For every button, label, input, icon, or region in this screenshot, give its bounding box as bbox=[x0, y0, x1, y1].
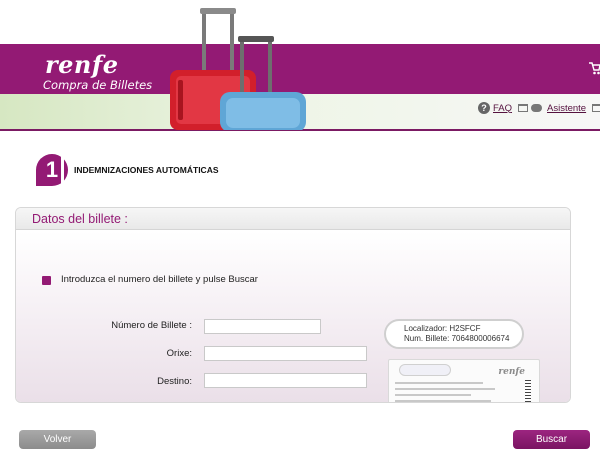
site-header: renfe Compra de Billetes ? FAQ Asistente bbox=[0, 0, 600, 131]
back-button[interactable]: Volver bbox=[19, 430, 96, 449]
ticket-brand-logo: renfe bbox=[498, 367, 525, 377]
ticket-image: renfe bbox=[388, 359, 540, 402]
instruction-text: Introduzca el numero del billete y pulse… bbox=[61, 274, 258, 285]
origin-label: Orixe: bbox=[166, 348, 192, 359]
destination-label: Destino: bbox=[157, 376, 192, 387]
localizador-text: Localizador: H2SFCF bbox=[404, 324, 481, 333]
ticket-help-illustration: renfe Localizador: H2SFCF Num. Billete: … bbox=[380, 317, 548, 402]
panel-body: Introduzca el numero del billete y pulse… bbox=[16, 231, 570, 402]
cart-icon[interactable] bbox=[589, 60, 600, 76]
search-button[interactable]: Buscar bbox=[513, 430, 590, 449]
origin-input[interactable] bbox=[204, 346, 367, 361]
step-separator bbox=[61, 153, 64, 187]
ticket-callout: Localizador: H2SFCF Num. Billete: 706480… bbox=[384, 319, 524, 349]
renfe-logo[interactable]: renfe bbox=[45, 50, 118, 79]
page: renfe Compra de Billetes ? FAQ Asistente… bbox=[0, 0, 600, 462]
ticket-number-label: Número de Billete : bbox=[111, 320, 192, 331]
step-title: INDEMNIZACIONES AUTOMÁTICAS bbox=[74, 165, 219, 175]
bullet-square-icon bbox=[42, 276, 51, 285]
help-icon[interactable]: ? bbox=[478, 102, 490, 114]
ticket-highlight-oval bbox=[399, 364, 451, 376]
ticket-number-input[interactable] bbox=[204, 319, 321, 334]
luggage-illustration bbox=[170, 8, 306, 130]
window-icon bbox=[518, 104, 529, 112]
header-nav: ? FAQ Asistente bbox=[478, 101, 600, 115]
chat-bubble-icon bbox=[531, 104, 543, 112]
barcode bbox=[525, 380, 531, 402]
panel-header: Datos del billete : bbox=[16, 208, 570, 230]
window-icon bbox=[592, 104, 600, 112]
assistant-link[interactable]: Asistente bbox=[547, 103, 586, 114]
site-tagline: Compra de Billetes bbox=[43, 78, 153, 92]
panel-title: Datos del billete : bbox=[32, 212, 128, 226]
ticket-number-example: Num. Billete: 7064800006674 bbox=[404, 334, 510, 343]
destination-input[interactable] bbox=[204, 373, 367, 388]
faq-link[interactable]: FAQ bbox=[493, 103, 512, 114]
ticket-data-panel: Datos del billete : Introduzca el numero… bbox=[15, 207, 571, 403]
